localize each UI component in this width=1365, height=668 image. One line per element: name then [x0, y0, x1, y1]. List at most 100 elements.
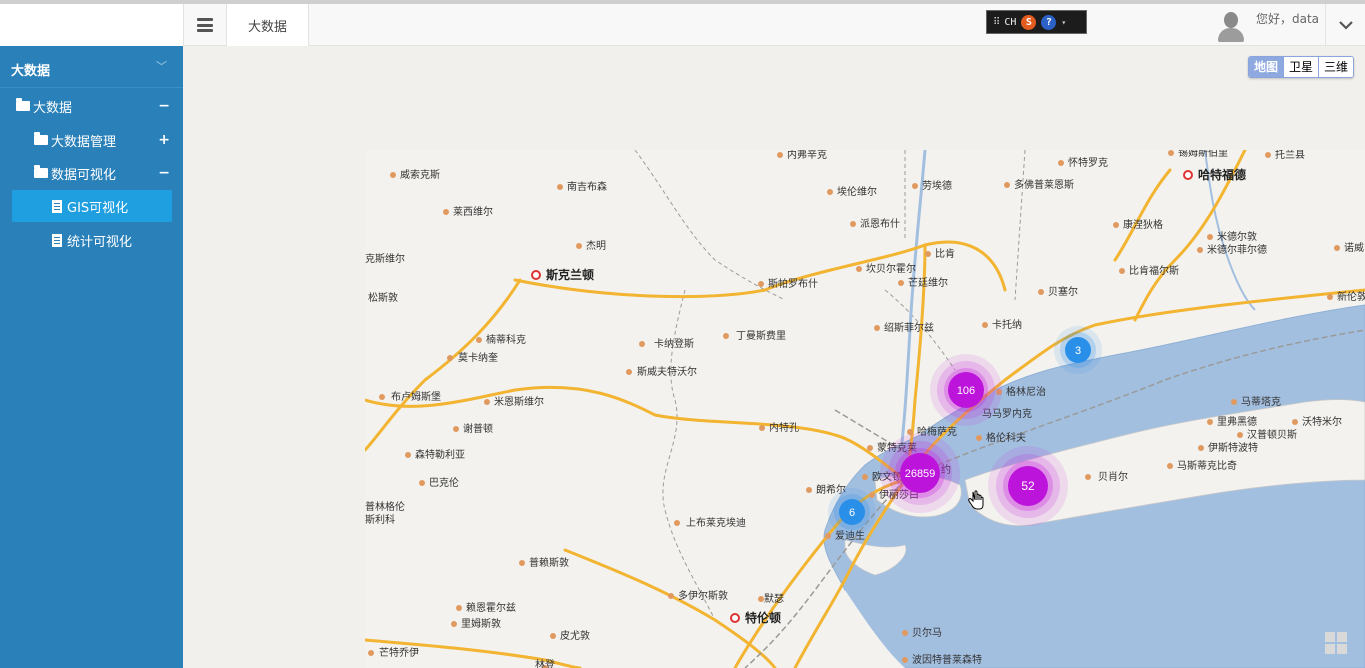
cluster-count: 3: [1075, 345, 1081, 357]
cluster-3[interactable]: 3: [1054, 326, 1102, 374]
place-label: 里姆斯敦: [461, 617, 501, 630]
place-label: 林登: [535, 658, 555, 668]
map-type-button-map[interactable]: 地图: [1249, 57, 1284, 77]
folder-icon: [34, 132, 48, 145]
sidebar-item-label: 统计可视化: [67, 234, 133, 250]
ime-grip-icon: ⠿: [993, 16, 1000, 28]
collapse-icon[interactable]: −: [158, 98, 170, 114]
sidebar-item-statistics-visualization[interactable]: 统计可视化: [52, 224, 172, 256]
place-label: 上布莱克埃迪: [686, 516, 746, 529]
place-label: 芒特乔伊: [379, 646, 419, 659]
sidebar-item-label: 大数据管理: [51, 134, 117, 150]
place-label: 新伦敦: [1337, 290, 1365, 303]
folder-icon: [34, 165, 48, 178]
sidebar-item-gis-visualization[interactable]: GIS可视化: [12, 190, 172, 222]
document-icon: [52, 233, 62, 247]
chevron-down-icon: [1338, 21, 1353, 30]
place-label: 坎贝尔霍尔: [866, 262, 916, 275]
sidebar-title[interactable]: 大数据 ﹀: [0, 46, 183, 88]
place-label: 多伊尔斯敦: [678, 589, 728, 602]
place-label: 克斯维尔: [365, 252, 405, 265]
place-label: 芒廷维尔: [908, 276, 948, 289]
user-greeting: 您好，data: [1256, 12, 1320, 26]
document-icon: [52, 199, 62, 213]
sidebar-item-label: 数据可视化: [51, 167, 117, 183]
top-header: 大数据 ⠿ CH S ? ▾ 您好，data: [0, 4, 1365, 46]
hand-cursor-icon: [968, 490, 984, 510]
sidebar-item-label: 大数据: [33, 100, 73, 116]
place-label: 锡姆斯伯里: [1178, 150, 1228, 159]
map-type-switch: 地图 卫星 三维: [1248, 56, 1355, 78]
sidebar-item-data-visualization[interactable]: 数据可视化 −: [34, 157, 170, 189]
place-label: 森特勒利亚: [415, 448, 465, 461]
place-label: 派恩布什: [860, 218, 900, 230]
place-label: 楠蒂科克: [486, 333, 526, 346]
place-label: 杰明: [586, 240, 606, 252]
place-label: 普林格伦: [365, 500, 405, 513]
cluster-6[interactable]: 6: [828, 488, 876, 536]
sogou-icon[interactable]: S: [1021, 14, 1037, 30]
cluster-106[interactable]: 106: [930, 354, 1002, 426]
place-label: 贝尔马: [912, 626, 942, 639]
map-canvas[interactable]: 内弗辛克 锡姆斯伯里 托兰县 怀特罗克 威索克斯 南吉布森 埃伦维尔 劳埃德 多…: [365, 150, 1365, 668]
place-label: 伊斯特波特: [1208, 441, 1258, 454]
place-label: 巴克伦: [429, 476, 459, 489]
place-label: 内特孔: [769, 421, 799, 434]
ime-toolbar[interactable]: ⠿ CH S ? ▾: [986, 10, 1087, 34]
tab-bigdata[interactable]: 大数据: [227, 4, 309, 46]
city-label: 特伦顿: [745, 610, 781, 625]
logo-area: [0, 4, 183, 46]
cluster-26859[interactable]: 26859: [880, 433, 960, 513]
collapse-icon[interactable]: −: [158, 165, 170, 181]
map-container[interactable]: 地图 卫星 三维 内弗辛克 锡姆斯伯里 托兰县 怀特罗克 威索克斯 南吉布森 埃…: [183, 46, 1365, 668]
place-label: 比肯福尔斯: [1129, 264, 1179, 277]
place-label: 斯利科: [365, 513, 395, 526]
place-label: 托兰县: [1275, 150, 1305, 161]
place-label: 沃特米尔: [1302, 415, 1342, 428]
place-label: 埃伦维尔: [837, 185, 877, 198]
sidebar-item-bigdata-management[interactable]: 大数据管理 +: [34, 124, 170, 156]
expand-icon[interactable]: +: [158, 132, 170, 148]
place-label: 里弗黑德: [1217, 415, 1257, 428]
place-label: 诺威: [1344, 241, 1364, 254]
place-label: 汉普顿贝斯: [1247, 428, 1297, 441]
place-label: 绍斯菲尔兹: [884, 321, 934, 334]
place-label: 康涅狄格: [1123, 218, 1163, 231]
place-label: 怀特罗克: [1068, 157, 1108, 169]
cluster-count: 106: [957, 385, 975, 397]
place-label: 劳埃德: [922, 179, 952, 192]
place-label: 马斯蒂克比奇: [1177, 459, 1237, 472]
place-label: 布卢姆斯堡: [391, 390, 441, 403]
ime-lang-label[interactable]: CH: [1004, 17, 1016, 28]
city-label: 哈特福德: [1198, 167, 1246, 182]
place-label: 米德尔菲尔德: [1207, 243, 1267, 256]
map-type-button-3d[interactable]: 三维: [1318, 57, 1354, 77]
chevron-down-icon[interactable]: ﹀: [156, 58, 167, 74]
place-label: 卡纳登斯: [654, 337, 694, 350]
place-label: 莱西维尔: [453, 205, 493, 218]
place-label: 莫卡纳奎: [458, 351, 498, 364]
place-label: 威索克斯: [400, 168, 440, 181]
place-label: 卡托纳: [992, 318, 1022, 331]
place-label: 丁曼斯费里: [736, 329, 786, 342]
help-icon[interactable]: ?: [1041, 14, 1057, 30]
place-label: 谢普顿: [463, 422, 493, 435]
cluster-52[interactable]: 52: [988, 446, 1068, 526]
place-label: 赖恩霍尔兹: [466, 601, 516, 614]
sidebar-item-label: GIS可视化: [67, 200, 129, 216]
map-type-button-satellite[interactable]: 卫星: [1283, 57, 1319, 77]
sidebar-item-bigdata[interactable]: 大数据 −: [16, 90, 170, 122]
user-menu-button[interactable]: [1325, 4, 1365, 46]
place-label: 多佛普莱恩斯: [1014, 178, 1074, 191]
hamburger-button[interactable]: [183, 4, 227, 46]
place-label: 南吉布森: [567, 180, 607, 193]
place-label: 斯威夫特沃尔: [637, 365, 697, 378]
grid-icon[interactable]: [1325, 632, 1347, 654]
place-label: 内弗辛克: [787, 150, 827, 161]
place-label: 波因特普莱森特: [912, 653, 982, 666]
user-area[interactable]: 您好，data: [1210, 4, 1325, 46]
place-label: 皮尤敦: [560, 629, 590, 642]
place-label: 斯帕罗布什: [768, 277, 818, 290]
avatar[interactable]: [1216, 10, 1246, 42]
ime-menu-icon[interactable]: ▾: [1061, 18, 1066, 27]
